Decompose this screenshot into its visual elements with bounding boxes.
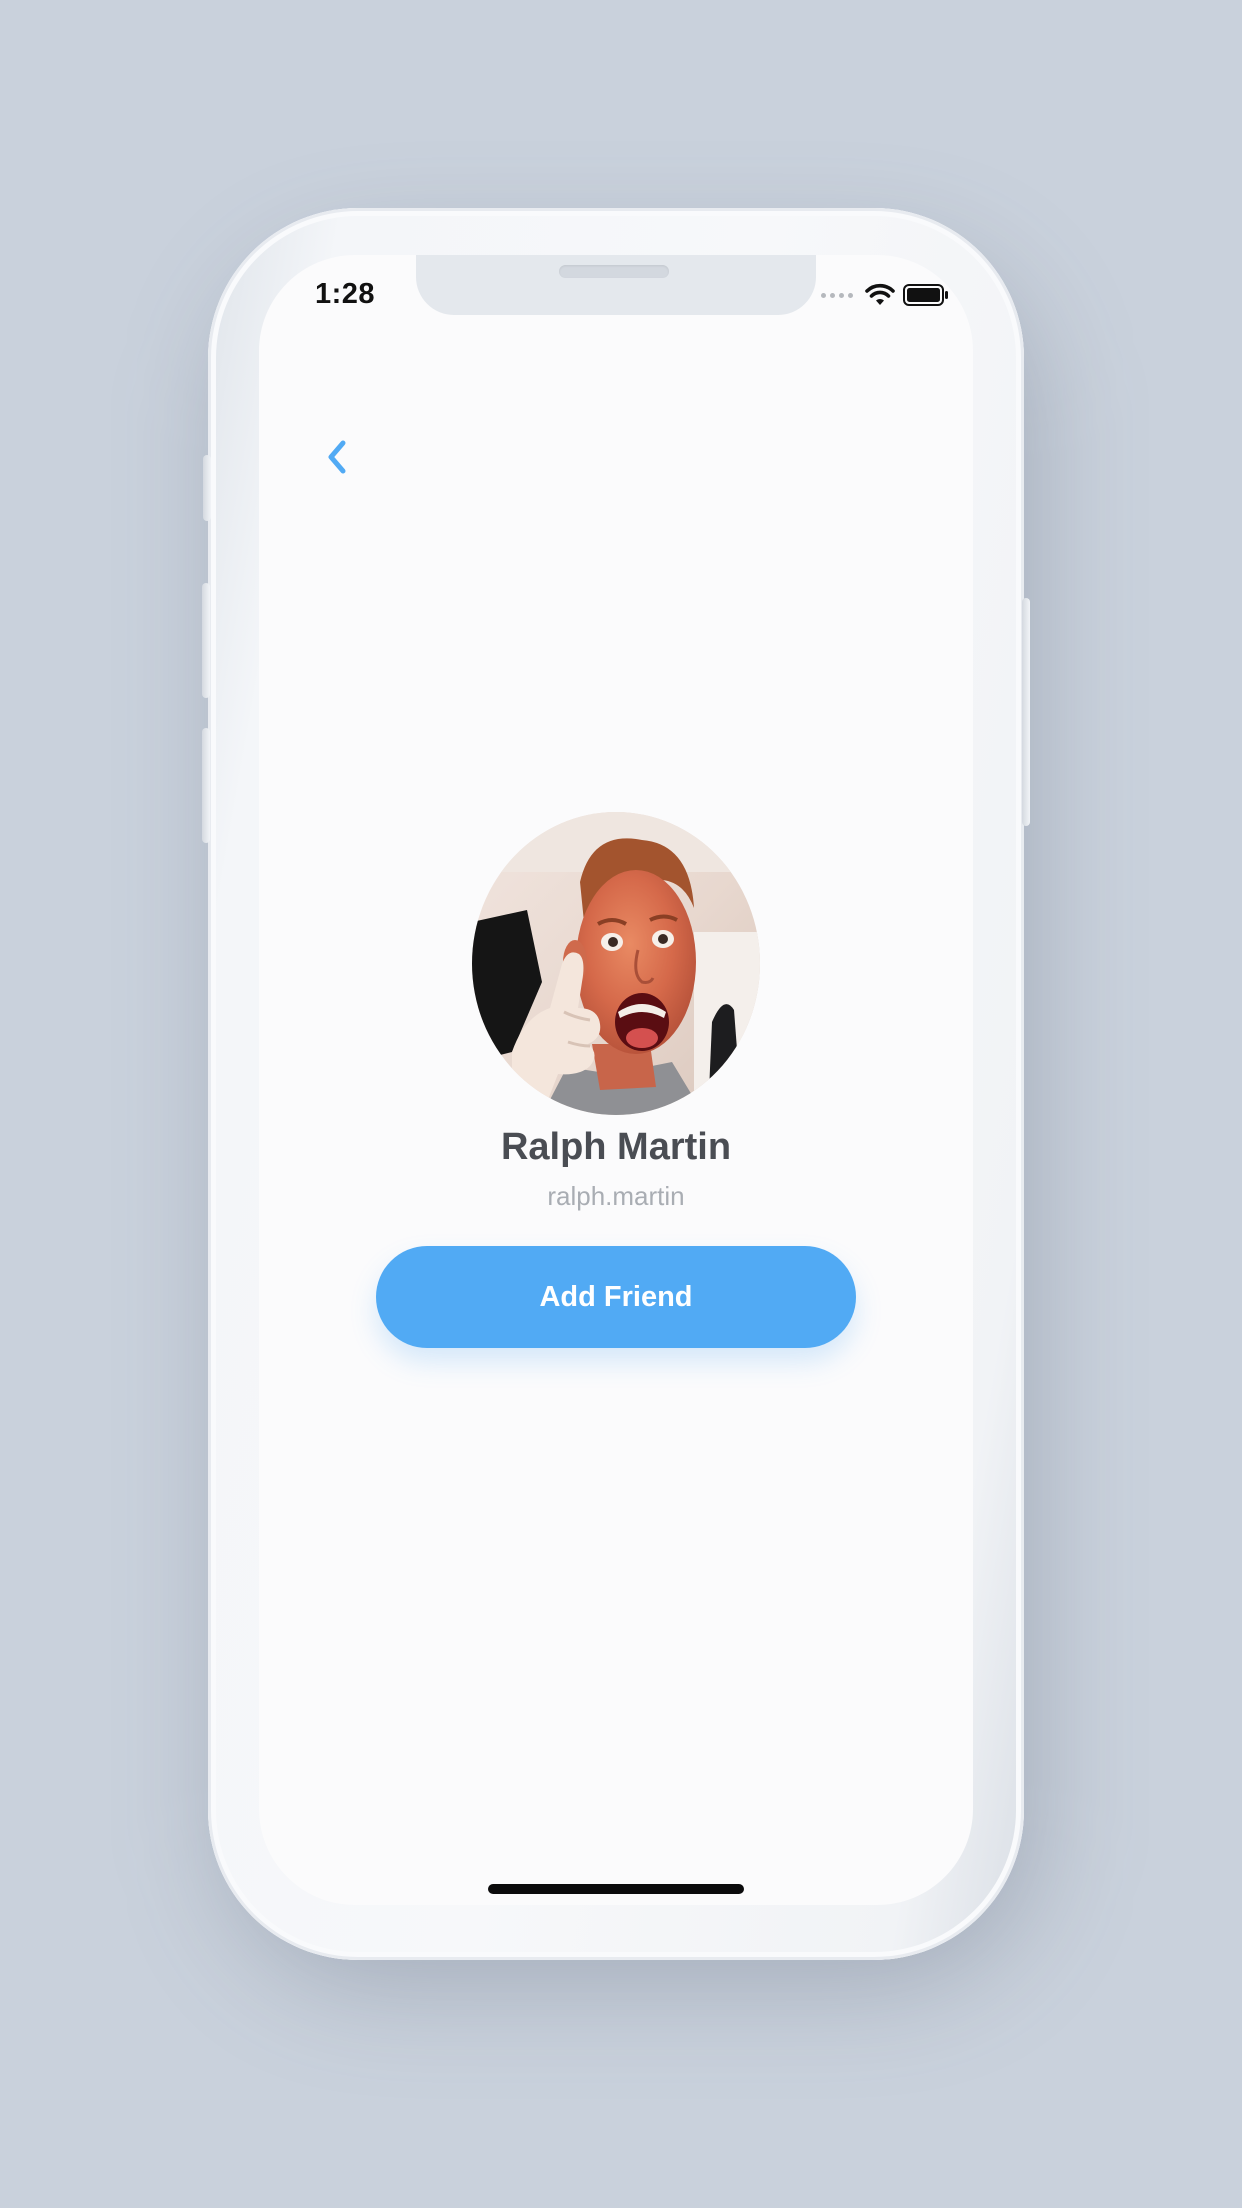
volume-down-button xyxy=(202,728,210,843)
mute-switch xyxy=(203,455,211,521)
profile-photo xyxy=(472,812,760,1115)
chevron-left-icon xyxy=(328,440,346,474)
speaker-grille xyxy=(559,265,669,278)
app-screen: 1:28 Ralph Martin ralph.martin Add Frien… xyxy=(259,255,973,1905)
home-indicator[interactable] xyxy=(488,1884,744,1894)
back-button[interactable] xyxy=(317,431,357,483)
signal-dots-icon xyxy=(821,292,853,298)
add-friend-button[interactable]: Add Friend xyxy=(376,1246,856,1348)
power-button xyxy=(1022,598,1030,826)
profile-name: Ralph Martin xyxy=(500,1126,732,1168)
wifi-icon xyxy=(865,283,895,305)
device-notch xyxy=(416,255,816,315)
status-time: 1:28 xyxy=(315,278,376,310)
avatar xyxy=(472,812,760,1115)
volume-up-button xyxy=(202,583,210,698)
battery-icon xyxy=(903,284,948,306)
profile-username: ralph.martin xyxy=(547,1181,685,1211)
status-icons xyxy=(821,283,949,307)
